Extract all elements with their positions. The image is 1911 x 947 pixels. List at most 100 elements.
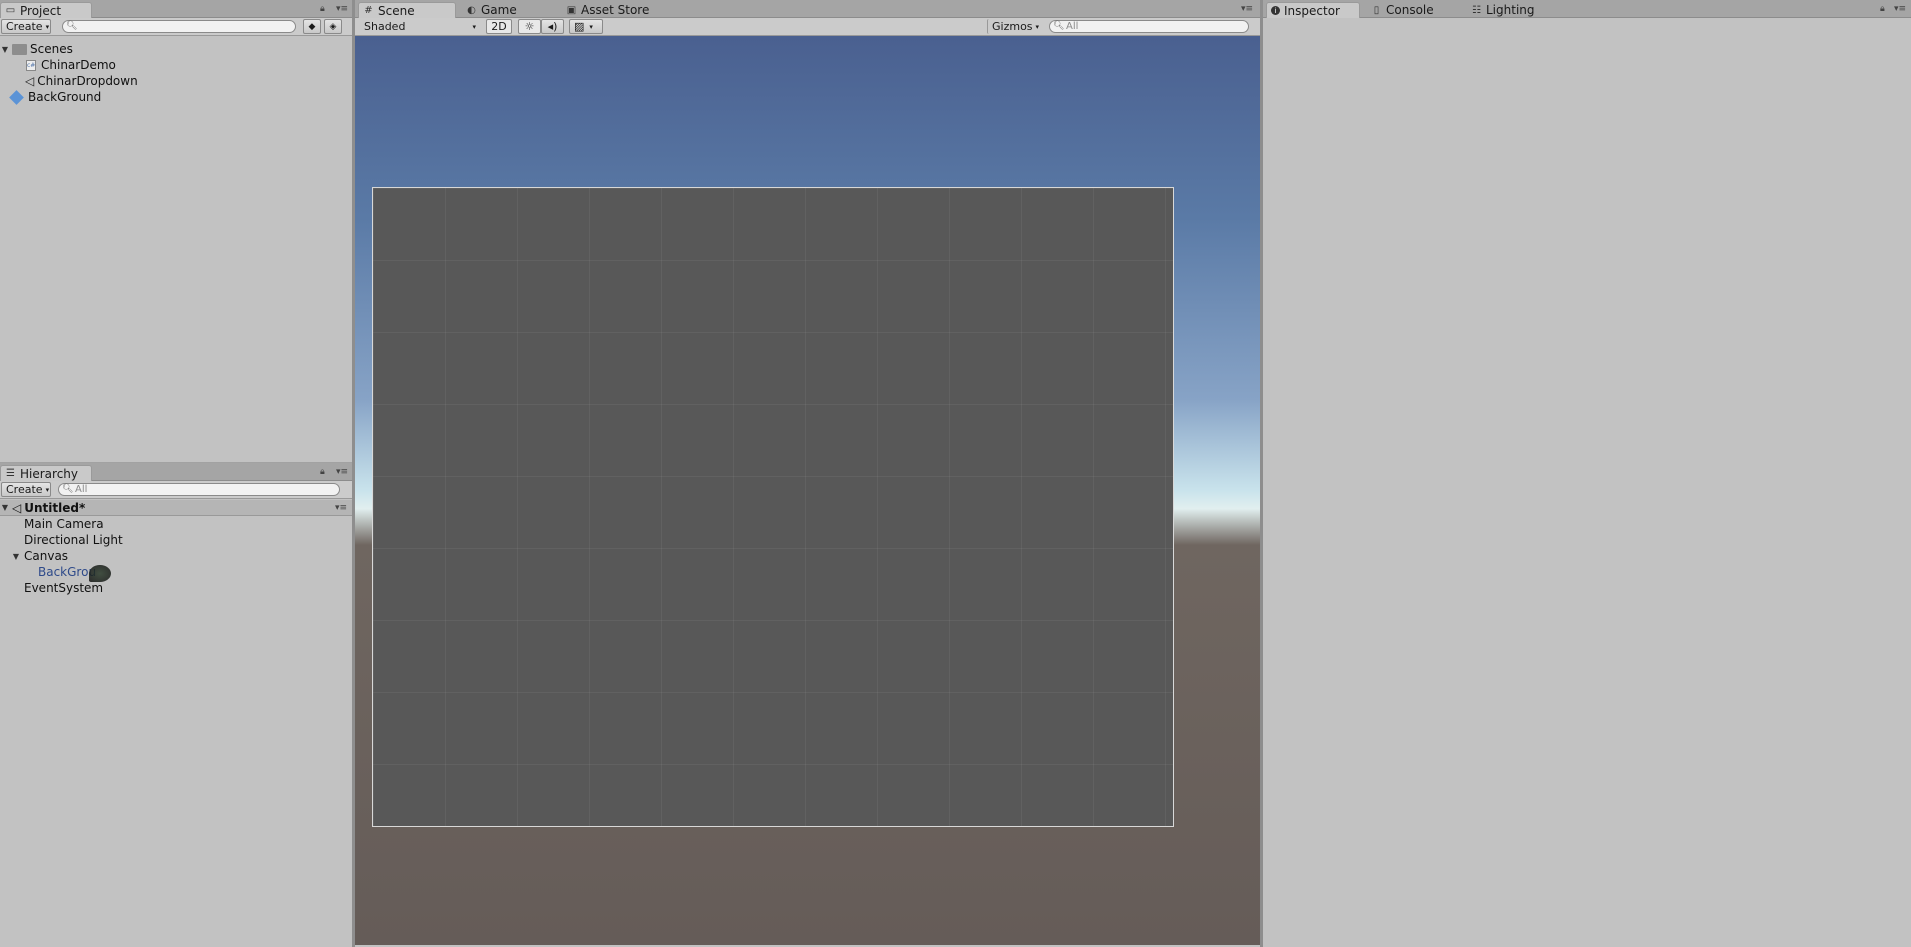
tab-lighting[interactable]: ☷ Lighting <box>1467 2 1551 18</box>
inspector-panel: i Inspector ▯ Console ☷ Lighting 🔒︎ ▾≡ <box>1263 0 1911 947</box>
tab-asset-store[interactable]: ▣ Asset Store <box>562 2 672 18</box>
info-icon: i <box>1271 6 1280 15</box>
expand-triangle-icon[interactable]: ▼ <box>0 503 10 512</box>
panel-menu-icon[interactable]: ▾≡ <box>1894 4 1906 14</box>
project-item-label: BackGround <box>28 90 102 104</box>
tab-asset-store-label: Asset Store <box>581 3 650 17</box>
hierarchy-item-label: Directional Light <box>24 533 123 547</box>
tab-console[interactable]: ▯ Console <box>1367 2 1447 18</box>
project-item-label: ChinarDemo <box>41 58 116 72</box>
lighting-icon: ☷ <box>1472 4 1481 16</box>
tab-inspector[interactable]: i Inspector <box>1266 2 1360 18</box>
tab-inspector-label: Inspector <box>1284 3 1340 18</box>
tab-scene-label: Scene <box>378 3 415 18</box>
filter-by-type-button[interactable]: ◆ <box>303 19 321 34</box>
scene-audio-toggle[interactable]: ◂) <box>541 19 564 34</box>
tab-hierarchy-label: Hierarchy <box>20 466 79 481</box>
scene-viewport[interactable] <box>355 36 1260 945</box>
scene-panel: # Scene ◐ Game ▣ Asset Store ▾≡ Shaded ▾… <box>355 0 1260 947</box>
scene-effects-dropdown[interactable]: ▨ ▾ <box>569 19 603 34</box>
scene-menu-icon[interactable]: ▾≡ <box>335 503 347 513</box>
expand-triangle-icon[interactable]: ▼ <box>11 552 21 561</box>
hierarchy-list-icon: ☰ <box>6 468 15 479</box>
tab-scene[interactable]: # Scene <box>358 2 456 18</box>
search-icon: 🔍︎ <box>1053 21 1065 31</box>
pacman-icon: ◐ <box>467 4 476 16</box>
folder-icon: ▭ <box>5 5 16 16</box>
project-tabbar: ▭ Project 🔒︎ ▾≡ <box>0 0 352 18</box>
lock-icon[interactable]: 🔒︎ <box>1880 4 1885 14</box>
search-placeholder: All <box>1066 21 1079 32</box>
panel-menu-icon[interactable]: ▾≡ <box>1241 4 1253 14</box>
scene-name: Untitled* <box>24 500 86 515</box>
bag-icon: ▣ <box>566 4 577 16</box>
tab-game[interactable]: ◐ Game <box>462 2 552 18</box>
project-search-input[interactable]: 🔍︎ <box>62 20 296 33</box>
toggle-2d-button[interactable]: 2D <box>486 19 512 34</box>
dropdown-arrow-icon: ▾ <box>45 485 50 494</box>
scene-search-input[interactable]: 🔍︎ All <box>1049 20 1249 33</box>
scene-lighting-toggle[interactable]: ☼ <box>518 19 541 34</box>
hierarchy-panel: ☰ Hierarchy 🔒︎ ▾≡ Create ▾ 🔍︎ All ▼ ◁ Un… <box>0 463 352 947</box>
hierarchy-create-button[interactable]: Create ▾ <box>1 482 51 497</box>
image-effects-icon: ▨ <box>574 20 585 33</box>
project-item-label: Scenes <box>30 42 73 56</box>
dropdown-arrow-icon: ▾ <box>45 22 50 31</box>
console-icon: ▯ <box>1373 4 1380 16</box>
hierarchy-item-eventsystem[interactable]: EventSystem <box>0 580 352 596</box>
hierarchy-item-canvas[interactable]: ▼ Canvas <box>0 548 352 564</box>
hierarchy-item-background[interactable]: BackGrou <box>0 564 352 582</box>
canvas-background-rect[interactable] <box>372 187 1174 827</box>
gizmos-dropdown[interactable]: Gizmos ▾ <box>987 19 1039 34</box>
lock-icon[interactable]: 🔒︎ <box>320 4 325 14</box>
expand-triangle-icon[interactable]: ▼ <box>0 45 10 54</box>
create-label: Create <box>6 483 43 496</box>
filter-by-label-button[interactable]: ◈ <box>324 19 342 34</box>
gizmos-label: Gizmos <box>992 20 1033 33</box>
scene-toolbar: Shaded ▾ 2D ☼ ◂) ▨ ▾ Gizmos ▾ 🔍︎ All <box>355 18 1260 36</box>
folder-icon <box>12 43 27 55</box>
shading-mode-label: Shaded <box>364 20 406 33</box>
panel-menu-icon[interactable]: ▾≡ <box>336 4 348 14</box>
hierarchy-item-label: Main Camera <box>24 517 104 531</box>
project-toolbar: Create ▾ 🔍︎ ◆ ◈ <box>0 18 352 36</box>
tab-project[interactable]: ▭ Project <box>0 2 92 18</box>
speaker-icon: ◂) <box>547 20 558 33</box>
project-item-chinardemo[interactable]: c# ChinarDemo <box>0 57 352 73</box>
lock-icon[interactable]: 🔒︎ <box>320 467 325 477</box>
inspector-tabbar: i Inspector ▯ Console ☷ Lighting 🔒︎ ▾≡ <box>1263 0 1911 18</box>
scene-tabbar: # Scene ◐ Game ▣ Asset Store ▾≡ <box>355 0 1260 18</box>
sun-icon: ☼ <box>524 20 535 33</box>
tab-lighting-label: Lighting <box>1486 3 1535 17</box>
project-create-button[interactable]: Create ▾ <box>1 19 51 34</box>
shading-mode-dropdown[interactable]: Shaded ▾ <box>360 19 478 34</box>
search-placeholder: All <box>75 484 88 495</box>
search-icon: 🔍︎ <box>66 21 78 31</box>
create-label: Create <box>6 20 43 33</box>
grid-icon: # <box>364 5 373 16</box>
script-icon: c# <box>26 59 36 71</box>
hierarchy-item-label: Canvas <box>24 549 69 563</box>
unity-scene-icon: ◁ <box>12 500 22 515</box>
hierarchy-item-label: EventSystem <box>24 581 104 595</box>
unity-scene-icon: ◁ <box>25 74 35 88</box>
project-item-scenes[interactable]: ▼ Scenes <box>0 41 352 57</box>
project-item-background[interactable]: BackGround <box>0 89 352 105</box>
hierarchy-toolbar: Create ▾ 🔍︎ All <box>0 481 352 499</box>
hierarchy-item-main-camera[interactable]: Main Camera <box>0 516 352 532</box>
panel-menu-icon[interactable]: ▾≡ <box>336 467 348 477</box>
hierarchy-tabbar: ☰ Hierarchy 🔒︎ ▾≡ <box>0 463 352 481</box>
tab-game-label: Game <box>481 3 517 17</box>
project-panel: ▭ Project 🔒︎ ▾≡ Create ▾ 🔍︎ ◆ ◈ ▼ Scenes… <box>0 0 352 462</box>
hierarchy-search-input[interactable]: 🔍︎ All <box>58 483 340 496</box>
dropdown-arrow-icon: ▾ <box>1035 22 1040 31</box>
tab-hierarchy[interactable]: ☰ Hierarchy <box>0 465 92 481</box>
inspector-content <box>1263 18 1911 947</box>
hierarchy-scene-header[interactable]: ▼ ◁ Untitled* ▾≡ <box>0 500 352 516</box>
hierarchy-item-directional-light[interactable]: Directional Light <box>0 532 352 548</box>
tab-console-label: Console <box>1386 3 1434 17</box>
mode-2d-label: 2D <box>491 20 507 33</box>
prefab-cube-icon <box>9 89 24 105</box>
project-item-chinardropdown[interactable]: ◁ ChinarDropdown <box>0 73 352 89</box>
dropdown-arrow-icon: ▾ <box>589 22 593 31</box>
